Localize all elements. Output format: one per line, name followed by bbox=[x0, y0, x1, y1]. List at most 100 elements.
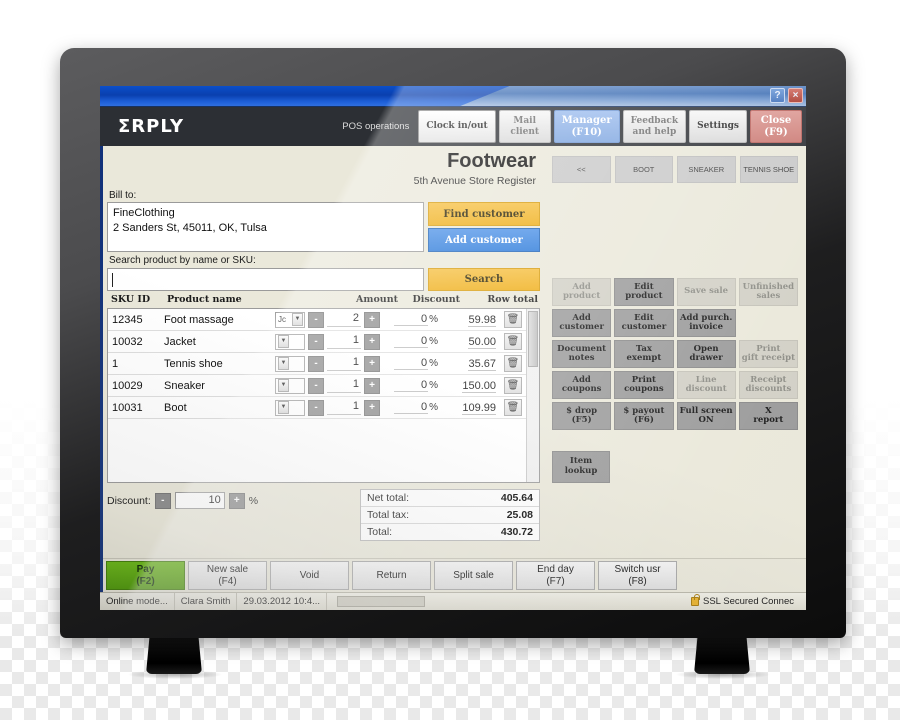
scrollbar-thumb[interactable] bbox=[528, 311, 538, 367]
delete-row-icon[interactable]: 🗑 bbox=[504, 311, 522, 328]
grid-button-open-drawer[interactable]: Open drawer bbox=[676, 340, 736, 368]
delete-row-icon[interactable]: 🗑 bbox=[504, 355, 522, 372]
amount-minus-button[interactable]: - bbox=[308, 355, 324, 372]
grid-button-print-coupons[interactable]: Print coupons bbox=[614, 371, 674, 399]
category-tab-tennis-shoe[interactable]: TENNIS SHOE bbox=[739, 156, 798, 183]
status-mode: Online mode... bbox=[100, 593, 175, 610]
cell-sku: 12345 bbox=[112, 313, 143, 326]
nav-close[interactable]: Close (F9) bbox=[750, 110, 802, 143]
row-discount-input[interactable]: 0 bbox=[394, 379, 429, 392]
table-row[interactable]: 1 Tennis shoe ▼ -1 +0% 35.67 🗑 bbox=[108, 353, 526, 375]
add-customer-button[interactable]: Add customer bbox=[428, 228, 540, 252]
grid-button-payout-f6[interactable]: $ payout (F6) bbox=[614, 402, 674, 430]
cell-sku: 10031 bbox=[112, 401, 143, 414]
amount-minus-button[interactable]: - bbox=[308, 333, 324, 350]
variant-dropdown[interactable]: ▼ bbox=[275, 377, 305, 394]
right-panel: << BOOT SNEAKER TENNIS SHOE Add product Edit… bbox=[546, 146, 806, 558]
grid-button-unfinished-sales[interactable]: Unfinished sales bbox=[738, 278, 798, 306]
amount-input[interactable]: 1 bbox=[327, 356, 361, 371]
amount-plus-button[interactable]: + bbox=[364, 399, 380, 416]
total-label: Total tax: bbox=[367, 509, 410, 521]
amount-input[interactable]: 1 bbox=[327, 334, 361, 349]
amount-minus-button[interactable]: - bbox=[308, 311, 324, 328]
item-lookup-button[interactable]: Item lookup bbox=[552, 451, 610, 483]
row-discount-input[interactable]: 0 bbox=[394, 357, 429, 370]
table-row[interactable]: 10029 Sneaker ▼ -1 +0% 150.00 🗑 bbox=[108, 375, 526, 397]
total-label: Total: bbox=[367, 526, 393, 538]
row-discount-input[interactable]: 0 bbox=[394, 401, 429, 414]
help-icon[interactable]: ? bbox=[770, 88, 785, 103]
grid-button-edit-customer[interactable]: Edit customer bbox=[614, 309, 674, 337]
grid-button-add-product[interactable]: Add product bbox=[552, 278, 612, 306]
table-scrollbar[interactable] bbox=[526, 309, 539, 482]
action-pay-f2[interactable]: Pay (F2) bbox=[106, 561, 185, 590]
grid-button-tax-exempt[interactable]: Tax exempt bbox=[614, 340, 674, 368]
grid-button-edit-product[interactable]: Edit product bbox=[614, 278, 674, 306]
nav-settings[interactable]: Settings bbox=[689, 110, 747, 143]
row-discount-input[interactable]: 0 bbox=[394, 313, 429, 326]
amount-minus-button[interactable]: - bbox=[308, 377, 324, 394]
cell-row-total: 109.99 bbox=[462, 401, 496, 415]
grid-button-add-coupons[interactable]: Add coupons bbox=[552, 371, 612, 399]
amount-plus-button[interactable]: + bbox=[364, 355, 380, 372]
cell-product-name: Sneaker bbox=[164, 379, 205, 392]
grid-button-print-gift-receipt[interactable]: Print gift receipt bbox=[738, 340, 798, 368]
search-input[interactable] bbox=[107, 268, 424, 291]
grid-button-line-discount[interactable]: Line discount bbox=[676, 371, 736, 399]
variant-dropdown[interactable]: Jc ▼ bbox=[275, 311, 305, 328]
nav-mail-client[interactable]: Mail client bbox=[498, 110, 551, 143]
variant-dropdown[interactable]: ▼ bbox=[275, 355, 305, 372]
grid-button-add-customer[interactable]: Add customer bbox=[552, 309, 612, 337]
action-split-sale[interactable]: Split sale bbox=[434, 561, 513, 590]
variant-dropdown[interactable]: ▼ bbox=[275, 333, 305, 350]
grid-button-add-purch-invoice[interactable]: Add purch. invoice bbox=[676, 309, 736, 337]
monitor-screen: ? × ΣRPLY POS operations Clock in/out Ma… bbox=[100, 86, 806, 610]
amount-minus-button[interactable]: - bbox=[308, 399, 324, 416]
pos-operations-label: POS operations bbox=[342, 121, 410, 132]
amount-input[interactable]: 1 bbox=[327, 400, 361, 415]
amount-input[interactable]: 1 bbox=[327, 378, 361, 393]
delete-row-icon[interactable]: 🗑 bbox=[504, 333, 522, 350]
amount-plus-button[interactable]: + bbox=[364, 333, 380, 350]
nav-feedback-help[interactable]: Feedback and help bbox=[622, 110, 687, 143]
variant-dropdown[interactable]: ▼ bbox=[275, 399, 305, 416]
discount-input[interactable]: 10 bbox=[174, 492, 225, 509]
table-row[interactable]: 12345 Foot massage Jc ▼ -2 +0% 59.98 🗑 bbox=[108, 309, 526, 331]
grid-button-full-screen-on[interactable]: Full screen ON bbox=[676, 402, 736, 430]
grid-button-receipt-discounts[interactable]: Receipt discounts bbox=[738, 371, 798, 399]
delete-row-icon[interactable]: 🗑 bbox=[504, 399, 522, 416]
category-tab-back[interactable]: << bbox=[552, 156, 611, 183]
action-new-sale-f4[interactable]: New sale (F4) bbox=[188, 561, 267, 590]
amount-input[interactable]: 2 bbox=[327, 312, 361, 327]
delete-row-icon[interactable]: 🗑 bbox=[504, 377, 522, 394]
table-row[interactable]: 10032 Jacket ▼ -1 +0% 50.00 🗑 bbox=[108, 331, 526, 353]
close-icon[interactable]: × bbox=[788, 88, 803, 103]
nav-settings-label: Settings bbox=[697, 121, 739, 132]
customer-buttons: Find customer Add customer bbox=[428, 202, 540, 252]
amount-plus-button[interactable]: + bbox=[364, 377, 380, 394]
total-line: Total tax: 25.08 bbox=[361, 507, 539, 524]
category-tab-boot[interactable]: BOOT bbox=[614, 156, 673, 183]
action-void[interactable]: Void bbox=[270, 561, 349, 590]
grid-button-drop-f5[interactable]: $ drop (F5) bbox=[552, 402, 612, 430]
monitor-foot-left bbox=[146, 638, 202, 674]
action-end-day-f7[interactable]: End day (F7) bbox=[516, 561, 595, 590]
cell-row-total: 150.00 bbox=[462, 379, 496, 393]
category-tab-sneaker[interactable]: SNEAKER bbox=[677, 156, 736, 183]
discount-plus-button[interactable]: + bbox=[228, 492, 245, 509]
grid-button-x-report[interactable]: Xreport bbox=[738, 402, 798, 430]
grid-button-save-sale[interactable]: Save sale bbox=[676, 278, 736, 306]
row-discount-input[interactable]: 0 bbox=[394, 335, 429, 348]
nav-clock-in-out[interactable]: Clock in/out bbox=[418, 110, 496, 143]
bill-to-field[interactable]: FineClothing 2 Sanders St, 45011, OK, Tul… bbox=[107, 202, 424, 252]
nav-manager[interactable]: Manager (F10) bbox=[553, 110, 620, 143]
action-switch-usr-f8[interactable]: Switch usr (F8) bbox=[598, 561, 677, 590]
find-customer-button[interactable]: Find customer bbox=[428, 202, 540, 226]
action-button-grid: Add product Edit product Save sale Unfinishe… bbox=[552, 278, 798, 430]
table-row[interactable]: 10031 Boot ▼ -1 +0% 109.99 🗑 bbox=[108, 397, 526, 419]
action-return[interactable]: Return bbox=[352, 561, 431, 590]
grid-button-document-notes[interactable]: Document notes bbox=[552, 340, 612, 368]
amount-plus-button[interactable]: + bbox=[364, 311, 380, 328]
discount-minus-button[interactable]: - bbox=[154, 492, 171, 509]
search-button[interactable]: Search bbox=[428, 268, 540, 291]
